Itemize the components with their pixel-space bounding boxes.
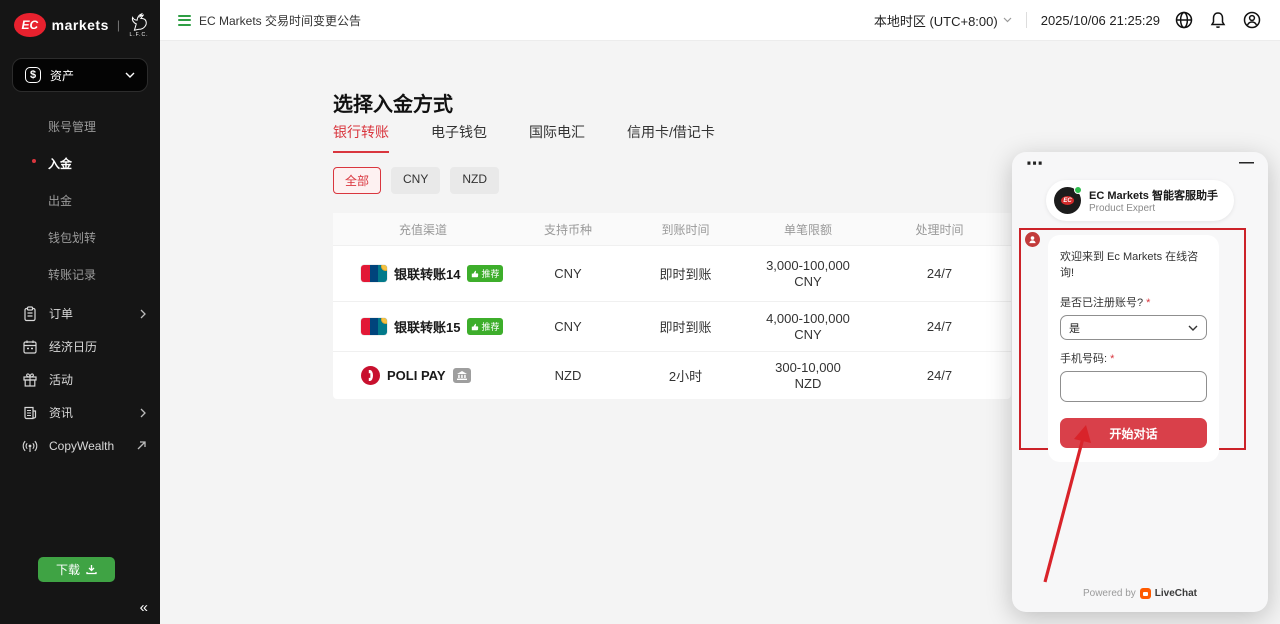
ec-logo-badge: EC	[14, 13, 46, 37]
notifications-bell-icon[interactable]	[1208, 10, 1228, 30]
filter-all[interactable]: 全部	[333, 167, 381, 194]
welcome-message: 欢迎来到 Ec Markets 在线咨询!	[1060, 248, 1207, 280]
unionpay-icon	[361, 265, 387, 282]
sidebar-item-wallet-transfer[interactable]: 钱包划转	[0, 219, 160, 256]
recommended-badge: 推荐	[467, 265, 503, 282]
agent-avatar: EC	[1054, 187, 1081, 214]
currency-filters: 全部 CNY NZD	[333, 167, 499, 194]
calendar-icon	[22, 339, 38, 355]
broadcast-icon	[22, 438, 38, 454]
chevron-right-icon	[140, 408, 146, 418]
timezone-selector[interactable]: 本地时区 (UTC+8:00)	[874, 11, 1012, 30]
deposit-method-tabs: 银行转账 电子钱包 国际电汇 信用卡/借记卡	[333, 122, 715, 153]
tab-international-wire[interactable]: 国际电汇	[529, 122, 585, 153]
chat-pre-form-card: 欢迎来到 Ec Markets 在线咨询! 是否已注册账号?* 是 手机号码:*…	[1048, 235, 1219, 462]
poli-pay-icon	[361, 366, 380, 385]
agent-mini-avatar	[1025, 232, 1040, 247]
divider	[1026, 12, 1027, 28]
chevron-down-icon	[1188, 325, 1198, 331]
livechat-widget: ⋯ — EC EC Markets 智能客服助手 Product Expert …	[1012, 152, 1268, 612]
powered-by-footer: Powered by LiveChat	[1012, 588, 1268, 599]
table-row[interactable]: 银联转账14 推荐 CNY 即时到账 3,000-100,000 CNY 24/…	[333, 245, 1011, 301]
tab-credit-debit-card[interactable]: 信用卡/借记卡	[627, 122, 715, 153]
logo-divider: |	[117, 18, 120, 32]
announcement-text: EC Markets 交易时间变更公告	[199, 12, 361, 29]
liver-bird-icon	[128, 12, 150, 32]
recommended-badge: 推荐	[467, 318, 503, 335]
sidebar-collapse-button[interactable]: «	[140, 599, 148, 616]
chevron-down-icon	[125, 72, 135, 78]
online-status-dot	[1074, 186, 1082, 194]
datetime-display: 2025/10/06 21:25:29	[1041, 13, 1160, 28]
sidebar-item-account-management[interactable]: 账号管理	[0, 108, 160, 145]
gift-icon	[22, 372, 38, 388]
bank-badge-icon	[453, 368, 471, 383]
required-asterisk: *	[1146, 297, 1150, 309]
sidebar-item-assets[interactable]: $ 资产	[12, 58, 148, 92]
chevron-right-icon	[140, 309, 146, 319]
table-row[interactable]: POLI PAY NZD 2小时 300-10,000 NZD 24/7	[333, 351, 1011, 399]
sidebar-item-orders[interactable]: 订单	[0, 297, 160, 330]
chat-agent-header: EC EC Markets 智能客服助手 Product Expert	[1046, 180, 1234, 221]
required-asterisk: *	[1110, 353, 1114, 365]
assets-submenu: 账号管理 入金 出金 钱包划转 转账记录	[0, 102, 160, 297]
news-icon	[22, 405, 38, 421]
download-button[interactable]: 下载	[38, 557, 115, 582]
agent-name: EC Markets 智能客服助手	[1089, 187, 1218, 203]
tab-bank-transfer[interactable]: 银行转账	[333, 122, 389, 153]
livechat-icon	[1140, 588, 1151, 599]
deposit-channels-table: 充值渠道 支持币种 到账时间 单笔限额 处理时间 银联转账14 推荐 CNY 即…	[333, 213, 1011, 399]
tab-e-wallet[interactable]: 电子钱包	[431, 122, 487, 153]
topbar: EC Markets 交易时间变更公告 本地时区 (UTC+8:00) 2025…	[160, 0, 1280, 41]
registered-question-label: 是否已注册账号?*	[1060, 294, 1207, 310]
table-header: 充值渠道 支持币种 到账时间 单笔限额 处理时间	[333, 213, 1011, 245]
start-chat-button[interactable]: 开始对话	[1060, 418, 1207, 448]
announcement-icon	[178, 15, 191, 26]
sidebar-item-economic-calendar[interactable]: 经济日历	[0, 330, 160, 363]
user-account-icon[interactable]	[1242, 10, 1262, 30]
filter-cny[interactable]: CNY	[391, 167, 440, 194]
external-link-icon	[137, 441, 146, 450]
sidebar-item-transfer-records[interactable]: 转账记录	[0, 256, 160, 293]
registered-select[interactable]: 是	[1060, 315, 1207, 340]
phone-label: 手机号码:*	[1060, 350, 1207, 366]
livechat-brand[interactable]: LiveChat	[1155, 588, 1197, 599]
sidebar-item-activities[interactable]: 活动	[0, 363, 160, 396]
sidebar-item-news[interactable]: 资讯	[0, 396, 160, 429]
dollar-icon: $	[25, 67, 41, 83]
phone-input[interactable]	[1060, 371, 1207, 402]
active-dot	[32, 159, 36, 163]
language-globe-icon[interactable]	[1174, 10, 1194, 30]
chevron-down-icon	[1003, 17, 1012, 23]
table-row[interactable]: 银联转账15 推荐 CNY 即时到账 4,000-100,000 CNY 24/…	[333, 301, 1011, 351]
brand-logo: EC markets | L.F.C.	[0, 0, 160, 48]
download-icon	[86, 564, 97, 575]
agent-subtitle: Product Expert	[1089, 203, 1218, 214]
sidebar-item-withdrawal[interactable]: 出金	[0, 182, 160, 219]
logo-wordmark: markets	[52, 17, 109, 33]
page-title: 选择入金方式	[333, 88, 453, 117]
announcement-banner[interactable]: EC Markets 交易时间变更公告	[178, 12, 361, 29]
chat-menu-button[interactable]: ⋯	[1026, 154, 1044, 174]
lfc-bird-logo: L.F.C.	[128, 12, 150, 38]
clipboard-icon	[22, 306, 38, 322]
sidebar: EC markets | L.F.C. $ 资产 账号管理 入金 出金 钱包划转…	[0, 0, 160, 624]
unionpay-icon	[361, 318, 387, 335]
sidebar-item-deposit[interactable]: 入金	[0, 145, 160, 182]
filter-nzd[interactable]: NZD	[450, 167, 499, 194]
sidebar-item-copywealth[interactable]: CopyWealth	[0, 429, 160, 462]
chat-minimize-button[interactable]: —	[1239, 154, 1254, 171]
